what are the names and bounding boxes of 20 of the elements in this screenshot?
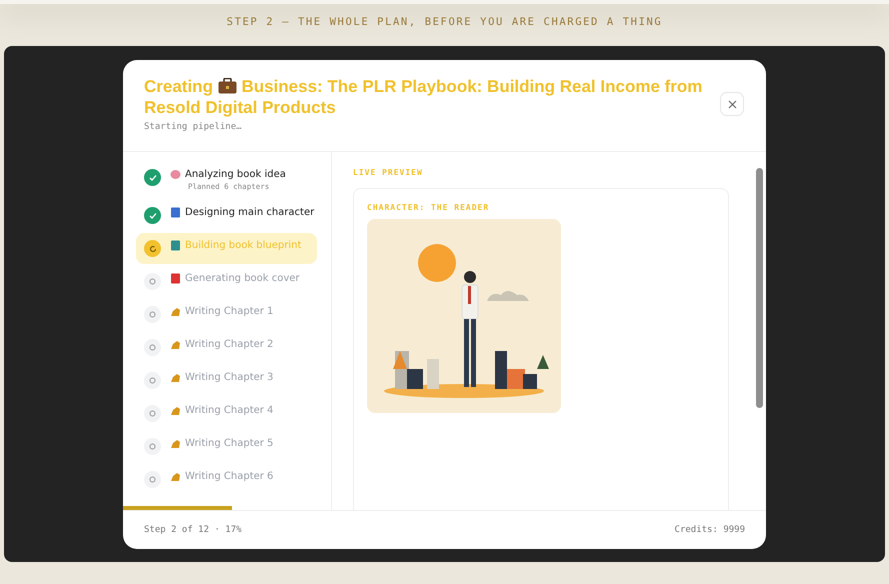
- section-heading: LIVE PREVIEW: [353, 168, 424, 177]
- step-label: Writing Chapter 4: [185, 405, 274, 416]
- briefcase-icon: [218, 78, 237, 94]
- close-button[interactable]: [720, 92, 744, 116]
- status-text: Starting pipeline…: [144, 122, 243, 132]
- step-label: Writing Chapter 3: [185, 372, 274, 383]
- step-caption: STEP 2 — THE WHOLE PLAN, BEFORE YOU ARE CHARGED A THING: [226, 16, 662, 30]
- dialog-title: Creating Business: The PLR Playbook: Building Real Income from Resold Digital Products: [144, 76, 704, 118]
- step-counter: Step 2 of 12 · 17%: [144, 525, 242, 535]
- close-icon: [728, 100, 737, 108]
- step-label: Writing Chapter 5: [185, 438, 274, 449]
- step-label: Writing Chapter 1: [185, 306, 274, 317]
- step-label: Writing Chapter 2: [185, 339, 274, 350]
- step-label: Writing Chapter 6: [185, 471, 274, 482]
- step-label: Designing main character: [185, 207, 314, 218]
- credits-label: Credits: 9999: [674, 525, 745, 535]
- card-title: CHARACTER: THE READER: [367, 203, 490, 212]
- step-label: Analyzing book idea: [185, 169, 286, 180]
- step-label: Generating book cover: [185, 273, 300, 284]
- step-label: Building book blueprint: [185, 240, 302, 251]
